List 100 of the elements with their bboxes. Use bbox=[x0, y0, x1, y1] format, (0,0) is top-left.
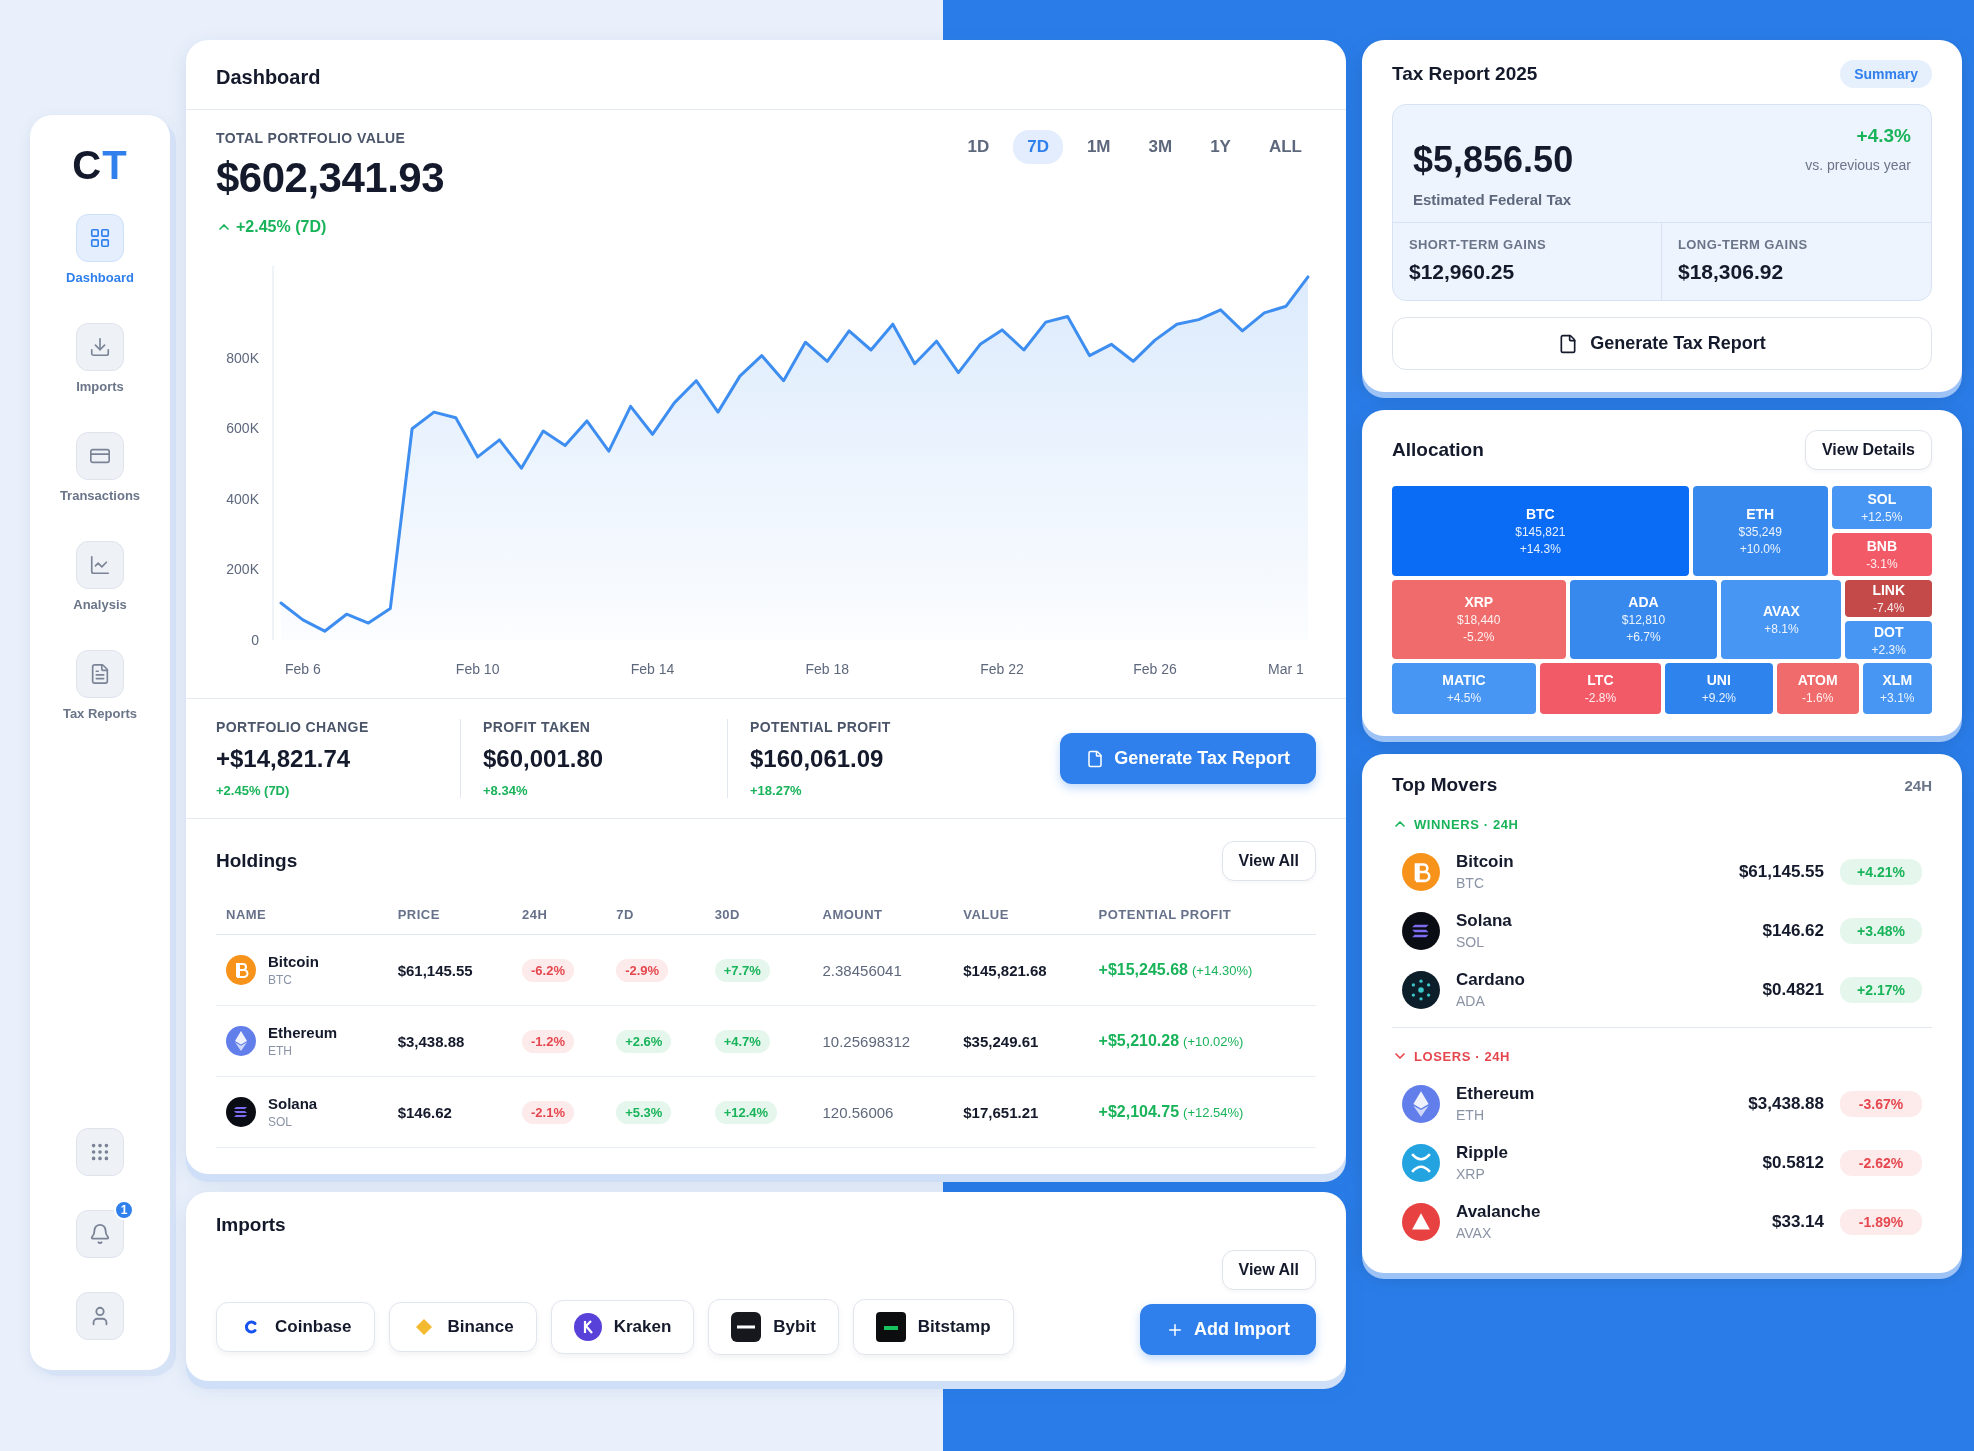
range-tab[interactable]: 7D bbox=[1013, 130, 1063, 164]
coin-name: Solana bbox=[268, 1095, 318, 1112]
change-pill: -1.2% bbox=[522, 1029, 574, 1053]
profit-text: +$2,104.75 bbox=[1098, 1103, 1180, 1121]
tile-change: +8.1% bbox=[1764, 621, 1799, 636]
column-header: POTENTIAL PROFIT bbox=[1088, 895, 1316, 935]
view-all-button[interactable]: View All bbox=[1221, 1250, 1316, 1290]
range-tab[interactable]: ALL bbox=[1254, 130, 1316, 164]
view-details-button[interactable]: View Details bbox=[1804, 430, 1932, 470]
stat-change: +2.45% (7D) bbox=[216, 783, 291, 798]
stat-label: POTENTIAL PROFIT bbox=[750, 719, 892, 735]
range-tab[interactable]: 1Y bbox=[1196, 130, 1245, 164]
section-label: LOSERS · 24H bbox=[1414, 1048, 1511, 1064]
nav-item[interactable]: Dashboard bbox=[62, 206, 138, 293]
generate-tax-report-button[interactable]: Generate Tax Report bbox=[1392, 317, 1932, 370]
axis-tick-label: Feb 10 bbox=[455, 661, 500, 677]
coin-symbol: XRP bbox=[1456, 1166, 1486, 1182]
column-header: 24H bbox=[512, 895, 607, 935]
column-header: VALUE bbox=[953, 895, 1089, 935]
tile-change: -7.4% bbox=[1873, 601, 1905, 615]
exchange-chip[interactable]: Kraken bbox=[550, 1300, 695, 1354]
view-all-button[interactable]: View All bbox=[1221, 841, 1316, 881]
coin-icon bbox=[1402, 970, 1440, 1009]
amount-text: 120.56006 bbox=[822, 1103, 894, 1121]
gains-label: LONG-TERM GAINS bbox=[1678, 237, 1809, 252]
nav-item[interactable]: Transactions bbox=[55, 424, 145, 511]
range-tab[interactable]: 3M bbox=[1134, 130, 1187, 164]
axis-tick-label: 200K bbox=[226, 561, 259, 578]
column-header: 7D bbox=[606, 895, 705, 935]
coin-symbol: ADA bbox=[1456, 993, 1486, 1009]
price-text: $146.62 bbox=[397, 1103, 452, 1121]
gains-label: SHORT-TERM GAINS bbox=[1409, 237, 1548, 252]
tile-change: +10.0% bbox=[1739, 541, 1781, 556]
column-header: PRICE bbox=[387, 895, 513, 935]
tile-value: $35,249 bbox=[1738, 524, 1782, 539]
profit-text: +$5,210.28 bbox=[1098, 1032, 1180, 1050]
profit-text: +$15,245.68 bbox=[1098, 961, 1188, 979]
change-pill: -6.2% bbox=[522, 958, 574, 982]
profile-button[interactable] bbox=[76, 1292, 124, 1340]
tile-symbol: AVAX bbox=[1763, 602, 1800, 619]
change-pill: -2.1% bbox=[522, 1100, 574, 1124]
change-pill: +5.3% bbox=[616, 1100, 672, 1124]
axis-tick-label: Feb 6 bbox=[284, 661, 321, 677]
grid-icon bbox=[89, 227, 111, 249]
value-text: $145,821.68 bbox=[963, 961, 1047, 979]
change-pill: -2.62% bbox=[1840, 1149, 1922, 1176]
range-tab[interactable]: 1D bbox=[953, 130, 1004, 164]
tile-symbol: BNB bbox=[1866, 537, 1898, 554]
stat-change: +8.34% bbox=[483, 783, 529, 798]
coin-symbol: ETH bbox=[268, 1044, 293, 1058]
coin-icon bbox=[1402, 911, 1440, 950]
tile-symbol: LINK bbox=[1872, 582, 1906, 598]
exchange-chip[interactable]: Bybit bbox=[708, 1299, 839, 1355]
coin-symbol: SOL bbox=[268, 1115, 293, 1129]
nav-item[interactable]: Analysis bbox=[69, 533, 131, 620]
logo: CT bbox=[72, 143, 128, 188]
axis-tick-label: 800K bbox=[226, 349, 259, 366]
apps-button[interactable] bbox=[76, 1128, 124, 1176]
amount-text: 2.38456041 bbox=[822, 961, 902, 979]
tile-change: +6.7% bbox=[1626, 630, 1661, 645]
section-label: WINNERS · 24H bbox=[1414, 816, 1519, 832]
tax-amount: $5,856.50 bbox=[1413, 139, 1574, 181]
tile-symbol: SOL bbox=[1867, 490, 1897, 507]
stat-value: +$14,821.74 bbox=[216, 745, 352, 773]
generate-tax-report-button[interactable]: Generate Tax Report bbox=[1060, 733, 1316, 784]
section-title: Imports bbox=[216, 1214, 287, 1236]
coin-symbol: ETH bbox=[1456, 1107, 1485, 1123]
exchange-chip[interactable]: Coinbase bbox=[216, 1302, 375, 1352]
axis-tick-label: 0 bbox=[251, 632, 259, 648]
period-label: 24H bbox=[1904, 776, 1932, 794]
coin-name: Bitcoin bbox=[1456, 852, 1514, 872]
tile-symbol: DOT bbox=[1873, 623, 1904, 640]
nav-item[interactable]: Imports bbox=[72, 315, 128, 402]
axis-tick-label: Feb 14 bbox=[630, 661, 675, 677]
nav-item[interactable]: Tax Reports bbox=[58, 642, 142, 729]
coin-symbol: BTC bbox=[268, 973, 293, 987]
change-pill: -3.67% bbox=[1840, 1090, 1922, 1117]
coin-name: Ethereum bbox=[268, 1024, 338, 1041]
coin-symbol: AVAX bbox=[1456, 1225, 1493, 1241]
exchange-chip[interactable]: Binance bbox=[388, 1302, 537, 1352]
card-title: Top Movers bbox=[1392, 774, 1498, 796]
coin-name: Solana bbox=[1456, 911, 1512, 931]
stat-value: $160,061.09 bbox=[750, 745, 885, 773]
price-text: $3,438.88 bbox=[1748, 1093, 1824, 1114]
tax-change-label: vs. previous year bbox=[1805, 157, 1911, 173]
portfolio-value: $602,341.93 bbox=[216, 154, 445, 202]
change-pill: +3.48% bbox=[1840, 917, 1922, 944]
tile-change: -5.2% bbox=[1463, 630, 1495, 645]
chart-icon bbox=[89, 554, 111, 576]
change-pill: +7.7% bbox=[714, 958, 770, 982]
add-import-button[interactable]: Add Import bbox=[1140, 1304, 1316, 1355]
stat-change: +18.27% bbox=[750, 783, 803, 798]
exchange-chip[interactable]: Bitstamp bbox=[852, 1299, 1014, 1355]
portfolio-change: +2.45% (7D) bbox=[236, 218, 327, 236]
price-text: $0.5812 bbox=[1762, 1152, 1824, 1173]
tax-change: +4.3% bbox=[1856, 125, 1911, 147]
range-tab[interactable]: 1M bbox=[1072, 130, 1125, 164]
tile-change: +3.1% bbox=[1880, 691, 1915, 706]
coin-icon bbox=[226, 955, 256, 985]
change-pill: +2.17% bbox=[1840, 976, 1922, 1003]
